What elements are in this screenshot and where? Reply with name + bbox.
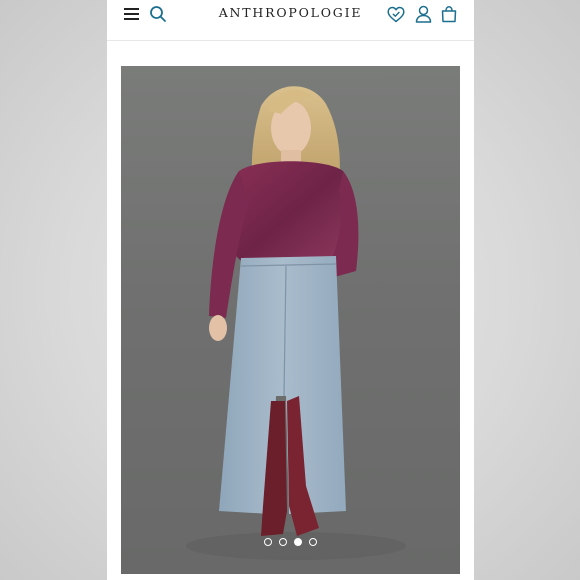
image-carousel-pagination — [121, 538, 460, 546]
carousel-dot-2[interactable] — [279, 538, 287, 546]
carousel-dot-3-active[interactable] — [294, 538, 302, 546]
carousel-dot-1[interactable] — [264, 538, 272, 546]
site-header: ANTHROPOLOGIE — [107, 0, 474, 41]
product-photo-illustration — [186, 86, 406, 560]
mobile-product-page: ANTHROPOLOGIE — [107, 0, 474, 580]
carousel-dot-4[interactable] — [309, 538, 317, 546]
product-image[interactable] — [121, 66, 460, 574]
shopping-bag-icon[interactable] — [439, 4, 459, 24]
heart-icon[interactable] — [386, 4, 406, 24]
user-icon[interactable] — [413, 4, 433, 24]
